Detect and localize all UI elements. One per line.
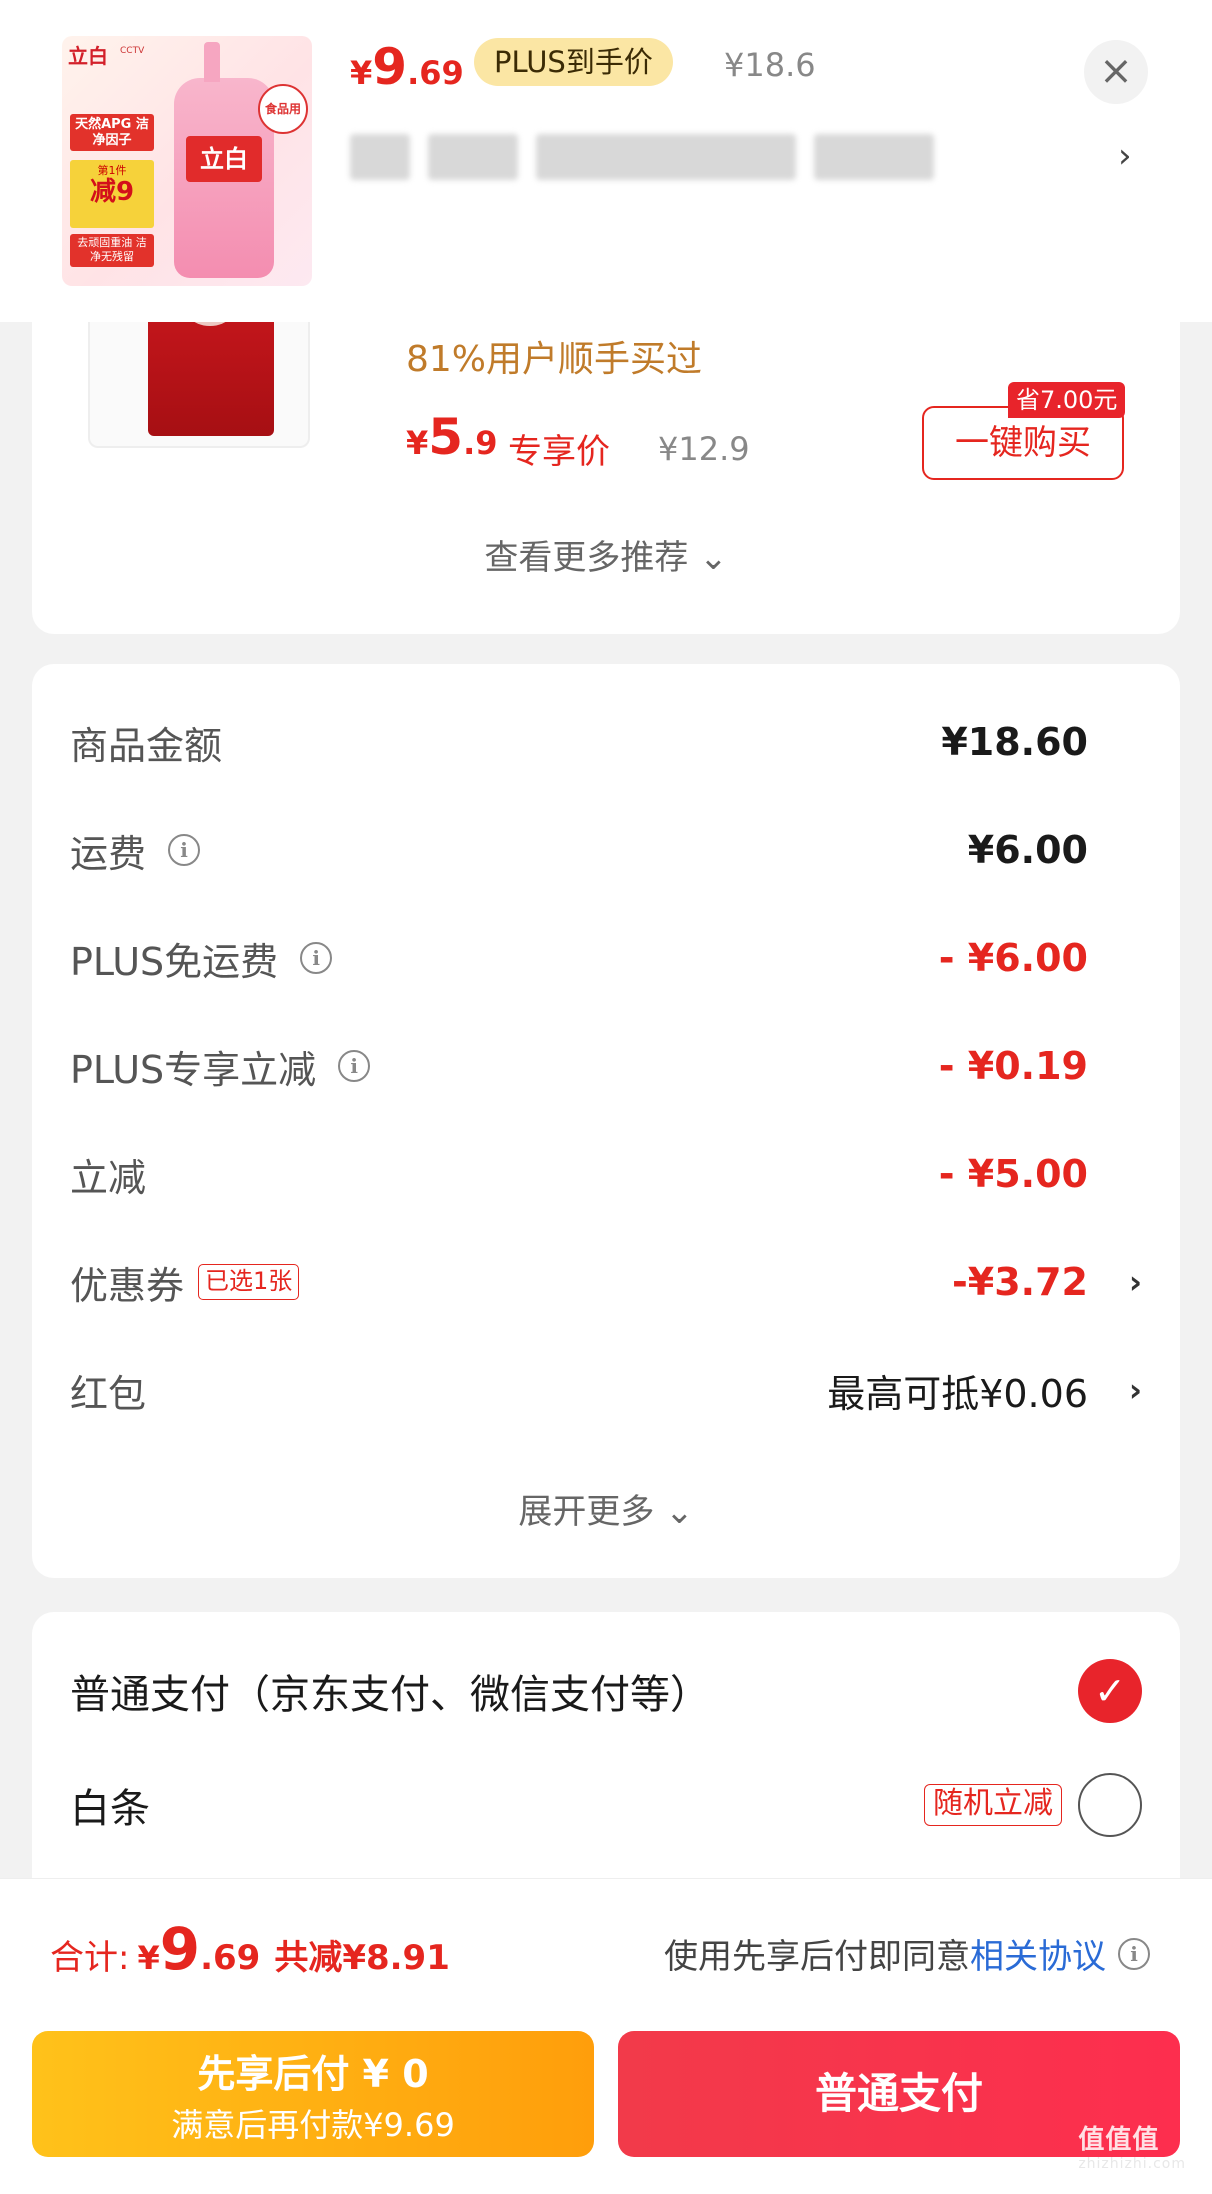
- summary-label: 商品金额: [70, 723, 223, 768]
- thumbnail-sale-tag: 第1件 减9: [70, 160, 154, 228]
- food-grade-badge: 食品用: [258, 84, 308, 134]
- summary-row-coupon[interactable]: 优惠券 已选1张 -¥3.72 ›: [70, 1252, 1142, 1312]
- summary-row-plus-discount: PLUS专享立减 i - ¥0.19: [70, 1036, 1142, 1096]
- summary-value: ¥18.60: [941, 720, 1088, 764]
- payment-option-normal[interactable]: 普通支付（京东支付、微信支付等） ✓: [70, 1656, 1142, 1726]
- checkout-bar: 合计: ¥ 9 .69 共减¥8.91 使用先享后付即同意 相关协议 i 先享后…: [0, 1878, 1212, 2194]
- watermark: 值值值 zhizhizhi.com: [1078, 2119, 1186, 2172]
- summary-label: 立减: [70, 1155, 147, 1200]
- watermark-text: 值值值: [1078, 2125, 1160, 2155]
- summary-row-instant-discount: 立减 - ¥5.00: [70, 1144, 1142, 1204]
- header-original-price: ¥18.6: [724, 46, 816, 84]
- product-header: 立白 CCTV 天然APG 洁净因子 第1件 减9 去顽固重油 洁净无残留 立白…: [0, 0, 1212, 322]
- payment-option-label: 普通支付（京东支付、微信支付等）: [70, 1672, 710, 1718]
- product-thumbnail[interactable]: 立白 CCTV 天然APG 洁净因子 第1件 减9 去顽固重油 洁净无残留 立白…: [62, 36, 312, 286]
- recommend-price-integer: 5: [428, 408, 464, 466]
- summary-label: 红包: [70, 1371, 147, 1416]
- bottle-brand-label: 立白: [186, 136, 262, 182]
- radio-unselected-icon[interactable]: [1078, 1773, 1142, 1837]
- summary-label-text: PLUS专享立减: [70, 1047, 317, 1092]
- recommend-price-decimal: .9: [463, 424, 498, 462]
- info-icon[interactable]: i: [338, 1050, 371, 1082]
- order-summary-card: 商品金额 ¥18.60 运费 i ¥6.00 PLUS免运费 i - ¥6.00…: [32, 664, 1180, 1578]
- blur-block: [814, 134, 934, 180]
- close-icon[interactable]: ×: [1084, 40, 1148, 104]
- blur-block: [536, 134, 796, 180]
- thumbnail-brand: 立白: [68, 44, 108, 68]
- pay-later-subtitle: 满意后再付款¥9.69: [171, 2106, 455, 2144]
- payment-option-label: 白条: [70, 1786, 150, 1832]
- expand-more-link[interactable]: 展开更多 ⌄: [32, 1484, 1180, 1533]
- thumbnail-sale-line2: 减9: [89, 177, 135, 207]
- thumbnail-apg-tag: 天然APG 洁净因子: [70, 114, 154, 152]
- summary-row-plus-free-shipping: PLUS免运费 i - ¥6.00: [70, 928, 1142, 988]
- summary-value: - ¥0.19: [938, 1044, 1088, 1088]
- summary-value: - ¥6.00: [938, 936, 1088, 980]
- blurred-product-info[interactable]: [350, 134, 980, 180]
- chevron-right-icon[interactable]: ›: [1118, 136, 1132, 176]
- header-price: ¥ 9 .69: [350, 38, 464, 96]
- summary-value: ¥6.00: [967, 828, 1088, 872]
- blur-block: [428, 134, 518, 180]
- total-savings: 共减¥8.91: [274, 1938, 450, 1978]
- checkmark-selected-icon[interactable]: ✓: [1078, 1659, 1142, 1723]
- coupon-selected-badge: 已选1张: [198, 1264, 300, 1300]
- summary-label-text: 运费: [70, 831, 147, 876]
- total-currency: ¥: [137, 1939, 160, 1977]
- plus-price-badge: PLUS到手价: [474, 38, 673, 86]
- agreement-text: 使用先享后付即同意: [664, 1937, 970, 1977]
- header-price-integer: 9: [372, 38, 408, 96]
- agreement-notice: 使用先享后付即同意 相关协议 i: [664, 1929, 1150, 1978]
- info-icon[interactable]: i: [300, 942, 333, 974]
- header-price-decimal: .69: [407, 54, 464, 92]
- agreement-link[interactable]: 相关协议: [970, 1929, 1106, 1978]
- summary-label: PLUS专享立减 i: [70, 1039, 371, 1094]
- header-price-currency: ¥: [350, 54, 373, 92]
- summary-label: PLUS免运费 i: [70, 931, 333, 986]
- exclusive-price-label: 专享价: [508, 432, 610, 472]
- chevron-right-icon[interactable]: ›: [1129, 1371, 1142, 1409]
- summary-label-text: PLUS免运费: [70, 939, 279, 984]
- total-decimal: .69: [200, 1938, 261, 1978]
- random-discount-badge: 随机立减: [924, 1784, 1062, 1826]
- summary-row-red-packet[interactable]: 红包 最高可抵¥0.06 ›: [70, 1360, 1142, 1420]
- blur-block: [350, 134, 410, 180]
- savings-badge: 省7.00元: [1008, 382, 1126, 418]
- summary-value: 最高可抵¥0.06: [827, 1371, 1088, 1416]
- recommendation-card: 81%用户顺手买过 ¥ 5 .9 专享价 ¥12.9 省7.00元 一键购买 查…: [32, 290, 1180, 634]
- chevron-right-icon[interactable]: ›: [1129, 1263, 1142, 1301]
- summary-value: -¥3.72: [952, 1260, 1088, 1304]
- info-icon[interactable]: i: [1118, 1937, 1150, 1970]
- thumbnail-cctv-mark: CCTV: [120, 46, 145, 56]
- payment-option-baitiao[interactable]: 白条 随机立减: [70, 1770, 1142, 1840]
- total-integer: 9: [159, 1915, 201, 1983]
- watermark-url: zhizhizhi.com: [1078, 2156, 1186, 2172]
- info-icon[interactable]: i: [168, 834, 201, 866]
- thumbnail-feature-tag: 去顽固重油 洁净无残留: [70, 234, 154, 267]
- summary-row-goods-amount: 商品金额 ¥18.60: [70, 712, 1142, 772]
- thumbnail-sale-line1: 第1件: [97, 164, 127, 177]
- recommend-original-price: ¥12.9: [658, 430, 750, 468]
- summary-row-shipping: 运费 i ¥6.00: [70, 820, 1142, 880]
- summary-value: - ¥5.00: [938, 1152, 1088, 1196]
- see-more-recommendations-link[interactable]: 查看更多推荐 ⌄: [32, 530, 1180, 579]
- pay-later-title: 先享后付 ¥ 0: [197, 2052, 429, 2096]
- pay-later-button[interactable]: 先享后付 ¥ 0 满意后再付款¥9.69: [32, 2031, 594, 2157]
- summary-label: 优惠券 已选1张: [70, 1255, 300, 1310]
- recommend-price-currency: ¥: [406, 424, 429, 462]
- total-label: 合计:: [50, 1938, 130, 1978]
- summary-label-text: 优惠券: [70, 1263, 185, 1308]
- recommend-price: ¥ 5 .9: [406, 408, 497, 466]
- order-total: 合计: ¥ 9 .69 共减¥8.91: [50, 1915, 450, 1983]
- summary-label: 运费 i: [70, 823, 201, 878]
- recommend-tagline: 81%用户顺手买过: [406, 339, 703, 380]
